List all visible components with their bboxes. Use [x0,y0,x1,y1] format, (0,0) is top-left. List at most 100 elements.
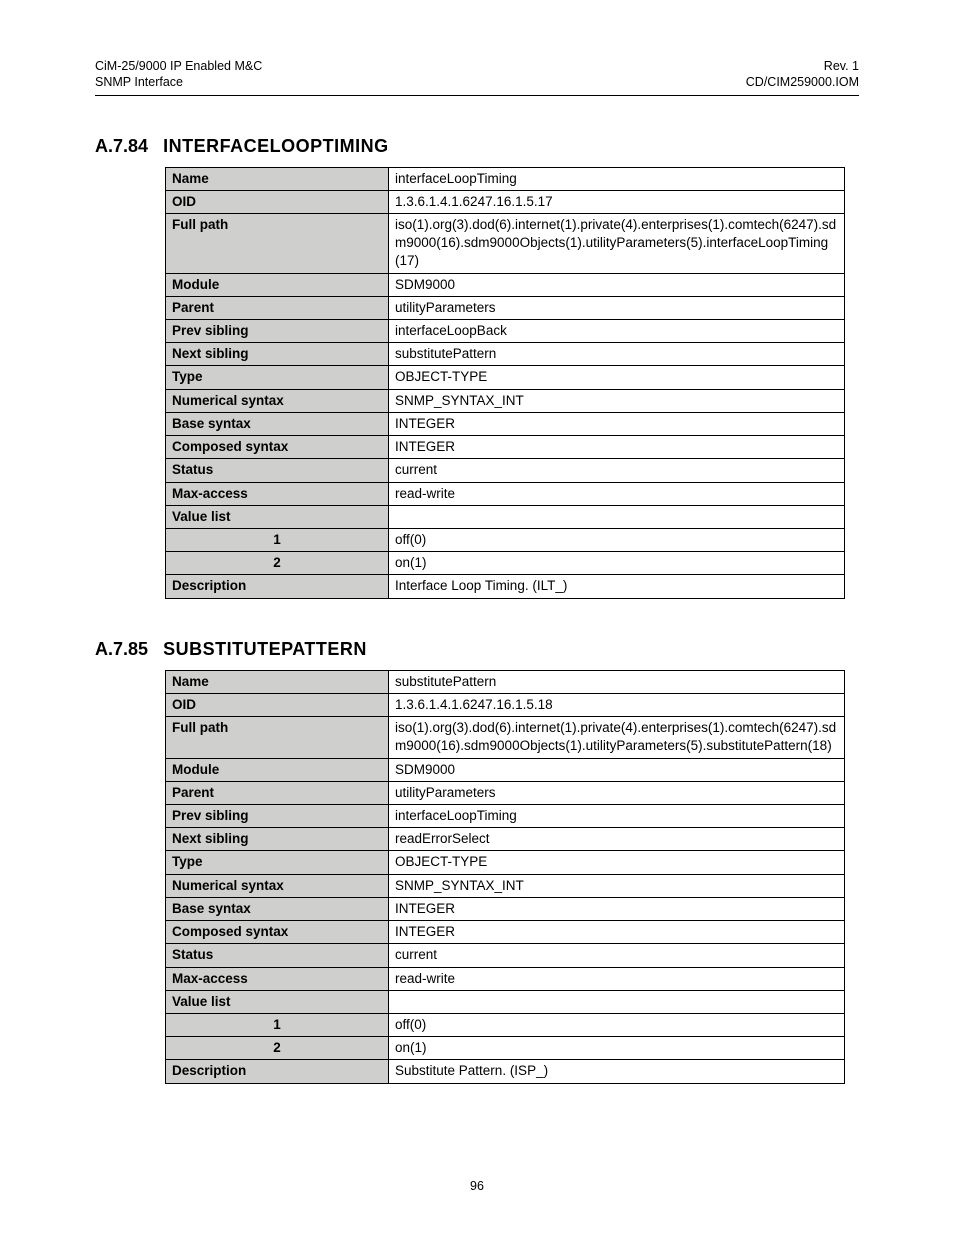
row-value: on(1) [389,1037,845,1060]
table-row: DescriptionSubstitute Pattern. (ISP_) [166,1060,845,1083]
row-value: readErrorSelect [389,828,845,851]
section-title-1: INTERFACELOOPTIMING [163,136,389,156]
row-value: off(0) [389,1013,845,1036]
row-value: OBJECT-TYPE [389,851,845,874]
table-row: Full pathiso(1).org(3).dod(6).internet(1… [166,717,845,758]
table-row: OID1.3.6.1.4.1.6247.16.1.5.18 [166,693,845,716]
row-label: Type [166,851,389,874]
row-value: interfaceLoopBack [389,320,845,343]
row-value: SDM9000 [389,758,845,781]
row-label: 2 [166,1037,389,1060]
row-value: read-write [389,482,845,505]
row-value: utilityParameters [389,781,845,804]
row-value: INTEGER [389,897,845,920]
table-row: Base syntaxINTEGER [166,897,845,920]
row-value: interfaceLoopTiming [389,167,845,190]
page-header: CiM-25/9000 IP Enabled M&C SNMP Interfac… [95,58,859,91]
section-heading-1: A.7.84 INTERFACELOOPTIMING [95,136,859,157]
header-right: Rev. 1 CD/CIM259000.IOM [746,58,859,91]
row-value: utilityParameters [389,296,845,319]
table-row: 2on(1) [166,1037,845,1060]
table-row: Next siblingsubstitutePattern [166,343,845,366]
row-value: SNMP_SYNTAX_INT [389,874,845,897]
row-label: 1 [166,529,389,552]
row-label: Next sibling [166,343,389,366]
header-left: CiM-25/9000 IP Enabled M&C SNMP Interfac… [95,58,262,91]
table-row: Value list [166,505,845,528]
table-row: Full pathiso(1).org(3).dod(6).internet(1… [166,213,845,273]
row-label: Numerical syntax [166,874,389,897]
table-row: Composed syntaxINTEGER [166,436,845,459]
row-label: Prev sibling [166,320,389,343]
header-left-line1: CiM-25/9000 IP Enabled M&C [95,58,262,74]
row-label: 2 [166,552,389,575]
table-row: Statuscurrent [166,944,845,967]
row-value: substitutePattern [389,343,845,366]
row-value: iso(1).org(3).dod(6).internet(1).private… [389,717,845,758]
row-label: Module [166,273,389,296]
section-number-1: A.7.84 [95,136,148,156]
row-value: INTEGER [389,436,845,459]
row-label: 1 [166,1013,389,1036]
row-label: Module [166,758,389,781]
section-title-2: SUBSTITUTEPATTERN [163,639,367,659]
row-label: Prev sibling [166,804,389,827]
section-heading-2: A.7.85 SUBSTITUTEPATTERN [95,639,859,660]
table-row: Composed syntaxINTEGER [166,921,845,944]
row-value: SDM9000 [389,273,845,296]
table-row: NamesubstitutePattern [166,670,845,693]
row-value: INTEGER [389,921,845,944]
row-value: on(1) [389,552,845,575]
row-value: Substitute Pattern. (ISP_) [389,1060,845,1083]
row-value: 1.3.6.1.4.1.6247.16.1.5.17 [389,190,845,213]
row-label: Description [166,1060,389,1083]
table-row: ParentutilityParameters [166,296,845,319]
row-value: current [389,459,845,482]
table-row: Value list [166,990,845,1013]
table-row: Max-accessread-write [166,482,845,505]
mib-table-1: NameinterfaceLoopTiming OID1.3.6.1.4.1.6… [165,167,845,599]
row-label: Full path [166,717,389,758]
row-value: substitutePattern [389,670,845,693]
row-value: off(0) [389,529,845,552]
row-label: OID [166,693,389,716]
table-row: OID1.3.6.1.4.1.6247.16.1.5.17 [166,190,845,213]
table-row: Numerical syntaxSNMP_SYNTAX_INT [166,874,845,897]
row-label: Parent [166,296,389,319]
header-rule [95,95,859,96]
table-row: 1off(0) [166,1013,845,1036]
row-value: SNMP_SYNTAX_INT [389,389,845,412]
table-row: Numerical syntaxSNMP_SYNTAX_INT [166,389,845,412]
row-value: current [389,944,845,967]
page-number: 96 [0,1179,954,1193]
row-label: Name [166,670,389,693]
table-row: Base syntaxINTEGER [166,412,845,435]
row-label: Type [166,366,389,389]
row-label: Base syntax [166,897,389,920]
row-label: Value list [166,990,389,1013]
table-row: Max-accessread-write [166,967,845,990]
row-label: Next sibling [166,828,389,851]
row-value [389,990,845,1013]
table-row: Next siblingreadErrorSelect [166,828,845,851]
row-label: Status [166,459,389,482]
header-right-line2: CD/CIM259000.IOM [746,74,859,90]
row-value: interfaceLoopTiming [389,804,845,827]
row-label: Value list [166,505,389,528]
row-label: Status [166,944,389,967]
table-row: 2on(1) [166,552,845,575]
table-row: DescriptionInterface Loop Timing. (ILT_) [166,575,845,598]
table-row: ModuleSDM9000 [166,273,845,296]
header-left-line2: SNMP Interface [95,74,262,90]
table-row: Prev siblinginterfaceLoopBack [166,320,845,343]
row-label: Name [166,167,389,190]
table-row: ModuleSDM9000 [166,758,845,781]
row-label: Parent [166,781,389,804]
table-row: 1off(0) [166,529,845,552]
row-label: Numerical syntax [166,389,389,412]
mib-table-2: NamesubstitutePattern OID1.3.6.1.4.1.624… [165,670,845,1084]
row-label: OID [166,190,389,213]
section-number-2: A.7.85 [95,639,148,659]
row-value: iso(1).org(3).dod(6).internet(1).private… [389,213,845,273]
row-value: INTEGER [389,412,845,435]
